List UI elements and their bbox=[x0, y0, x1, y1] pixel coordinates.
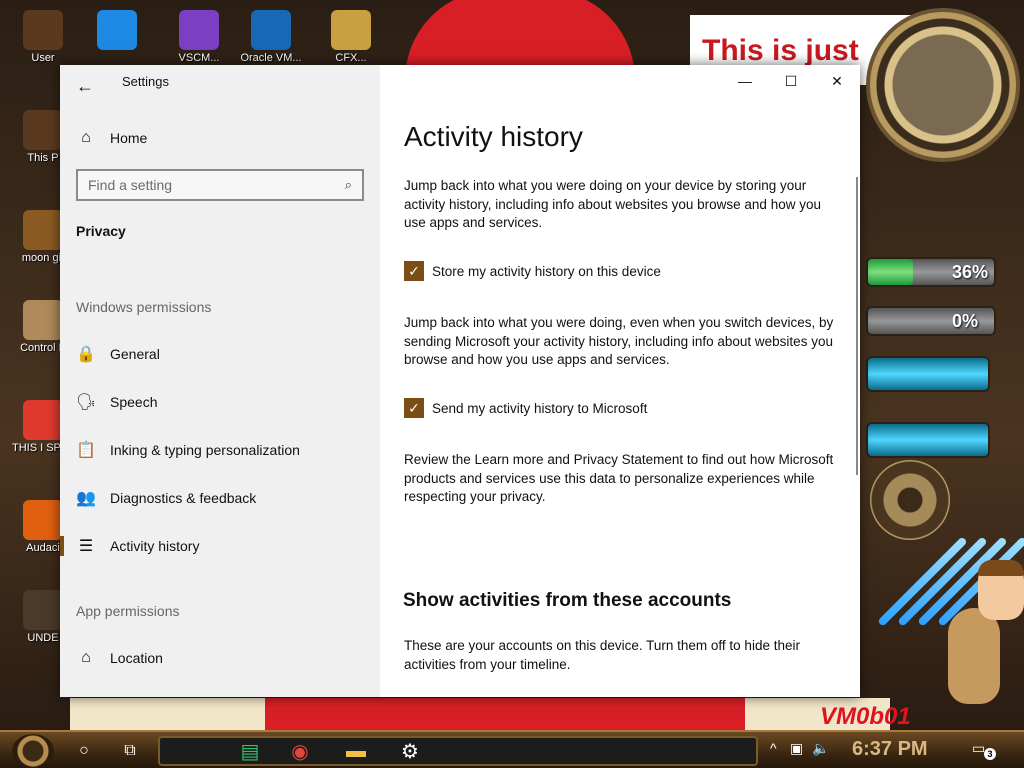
intro-text: Jump back into what you were doing on yo… bbox=[404, 178, 821, 230]
home-icon: ⌂ bbox=[81, 129, 91, 146]
accounts-description: These are your accounts on this device. … bbox=[404, 638, 800, 672]
virtualbox-icon bbox=[251, 10, 291, 50]
sidebar-item-label: Home bbox=[110, 130, 148, 146]
location-icon: ⌂ bbox=[81, 649, 91, 666]
sidebar-item-activity[interactable]: ☰ Activity history bbox=[60, 526, 380, 566]
send-history-description: Jump back into what you were doing, even… bbox=[404, 315, 834, 367]
cpu-gauge-label: 36% bbox=[952, 262, 989, 282]
desktop-icon-label: User bbox=[31, 52, 55, 64]
sidebar-item-location[interactable]: ⌂ Location bbox=[60, 638, 380, 678]
control-panel-icon bbox=[23, 300, 63, 340]
wallpaper-bottom-strip bbox=[70, 698, 890, 732]
tube-gauge-1 bbox=[866, 356, 990, 392]
unde-icon bbox=[23, 590, 63, 630]
desktop-icon[interactable]: User bbox=[12, 10, 74, 64]
store-history-label: Store my activity history on this device bbox=[432, 263, 661, 279]
audacity-icon bbox=[23, 500, 63, 540]
sidebar-item-label: Location bbox=[110, 650, 163, 666]
sidebar-item-speech[interactable]: 🗣 Speech bbox=[60, 382, 380, 422]
visual-studio-icon bbox=[179, 10, 219, 50]
send-history-checkbox[interactable]: ✓ bbox=[404, 398, 424, 418]
memory-gauge-label: 0% bbox=[952, 311, 979, 331]
tube-gauge-2 bbox=[866, 422, 990, 458]
desktop-icon-label: VSCM... bbox=[178, 52, 220, 64]
sidebar-item-label: Speech bbox=[110, 394, 158, 410]
user-folder-icon bbox=[23, 10, 63, 50]
task-view-button[interactable]: ⧉ bbox=[114, 736, 146, 766]
group-header-windows-permissions: Windows permissions bbox=[76, 299, 212, 315]
sidebar-item-general[interactable]: 🔒 General bbox=[60, 334, 380, 374]
this-pc-icon bbox=[23, 110, 63, 150]
content-scrollbar[interactable] bbox=[856, 177, 858, 475]
lock-icon: 🔒 bbox=[76, 346, 96, 363]
privacy-review-text: Review the Learn more and Privacy Statem… bbox=[404, 452, 834, 504]
settings-taskbar-icon[interactable]: ⚙ bbox=[394, 736, 426, 766]
group-header-app-permissions: App permissions bbox=[76, 603, 180, 619]
sidebar-item-inking[interactable]: 📋 Inking & typing personalization bbox=[60, 430, 380, 470]
window-title: Settings bbox=[122, 74, 169, 89]
sidebar-item-label: Activity history bbox=[110, 538, 200, 554]
back-button[interactable]: ← bbox=[70, 71, 100, 101]
close-button[interactable]: ✕ bbox=[814, 65, 860, 97]
desktop-icon[interactable] bbox=[86, 10, 148, 52]
chrome-desktop-icon bbox=[23, 400, 63, 440]
send-history-checkbox-row[interactable]: ✓ Send my activity history to Microsoft bbox=[404, 398, 647, 418]
sidebar-item-label: Diagnostics & feedback bbox=[110, 490, 257, 506]
network-icon[interactable]: ▣ bbox=[790, 740, 803, 757]
desktop-icon-label: Oracle VM... bbox=[240, 52, 302, 64]
cartoon-decoration bbox=[944, 560, 1024, 710]
volume-icon[interactable]: 🔈 bbox=[812, 740, 829, 757]
speech-icon: 🗣 bbox=[76, 394, 97, 411]
feedback-icon: 👥 bbox=[76, 490, 96, 507]
search-input[interactable] bbox=[88, 177, 345, 193]
sidebar-item-label: Inking & typing personalization bbox=[110, 442, 300, 458]
settings-sidebar: ← Settings ⌂ Home ⌕ Privacy Windows perm… bbox=[60, 65, 380, 697]
store-history-checkbox-row[interactable]: ✓ Store my activity history on this devi… bbox=[404, 261, 661, 281]
sidebar-item-diagnostics[interactable]: 👥 Diagnostics & feedback bbox=[60, 478, 380, 518]
page-title: Activity history bbox=[404, 121, 583, 152]
send-history-label: Send my activity history to Microsoft bbox=[432, 400, 648, 416]
hxd-icon bbox=[331, 10, 371, 50]
taskbar: ○ ⧉ ▤ ◉ ▬ ⚙ ^ ▣ 🔈 6:37 PM ▭ 3 bbox=[0, 730, 1024, 768]
file-explorer-icon[interactable]: ▬ bbox=[340, 736, 372, 766]
moon-git-icon bbox=[23, 210, 63, 250]
sidebar-item-label: General bbox=[110, 346, 160, 362]
desktop-icon[interactable]: CFX... bbox=[320, 10, 382, 64]
minimize-button[interactable]: — bbox=[722, 65, 768, 97]
sticky-notes-icon[interactable]: ▤ bbox=[234, 736, 266, 766]
tray-chevron-icon[interactable]: ^ bbox=[770, 740, 777, 756]
edge-icon bbox=[97, 10, 137, 50]
desktop-icon-label: CFX... bbox=[335, 52, 367, 64]
search-button[interactable]: ○ bbox=[68, 736, 100, 766]
activity-icon: ☰ bbox=[78, 538, 94, 555]
settings-content: — ☐ ✕ Activity history Jump back into wh… bbox=[380, 65, 860, 697]
clipboard-icon: 📋 bbox=[76, 442, 96, 459]
steampunk-clock-widget bbox=[866, 8, 1020, 162]
sidebar-item-home[interactable]: ⌂ Home bbox=[60, 118, 380, 158]
wallpaper-graffiti: VM0b01 bbox=[820, 703, 911, 730]
store-history-checkbox[interactable]: ✓ bbox=[404, 261, 424, 281]
start-button[interactable] bbox=[12, 734, 54, 768]
settings-window: ← Settings ⌂ Home ⌕ Privacy Windows perm… bbox=[60, 65, 860, 697]
taskbar-clock[interactable]: 6:37 PM bbox=[852, 738, 928, 761]
section-title: Privacy bbox=[76, 223, 126, 239]
notification-badge: 3 bbox=[984, 748, 996, 760]
search-box[interactable]: ⌕ bbox=[76, 169, 364, 201]
chrome-icon[interactable]: ◉ bbox=[284, 736, 316, 766]
cpu-gauge-fill bbox=[868, 259, 914, 285]
search-icon[interactable]: ⌕ bbox=[345, 177, 352, 193]
desktop-icon[interactable]: VSCM... bbox=[168, 10, 230, 64]
maximize-button[interactable]: ☐ bbox=[768, 65, 814, 97]
accounts-heading: Show activities from these accounts bbox=[403, 590, 732, 611]
wallpaper-banner-text: This is just bbox=[702, 34, 859, 67]
desktop-icon[interactable]: Oracle VM... bbox=[240, 10, 302, 64]
